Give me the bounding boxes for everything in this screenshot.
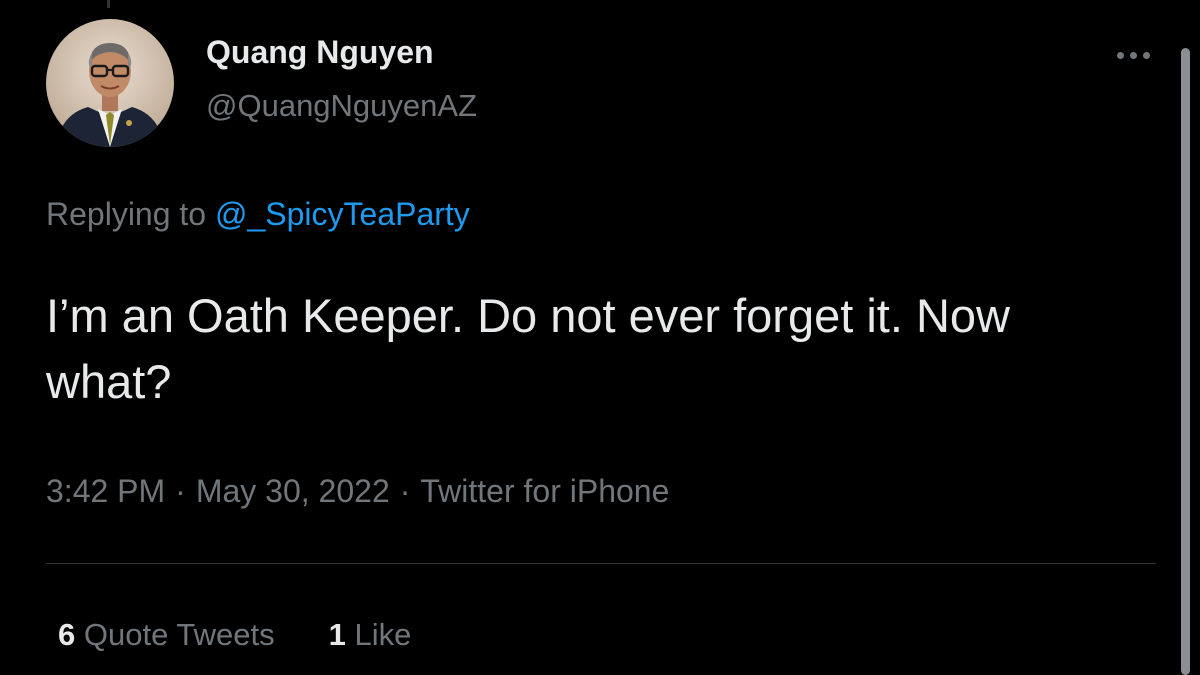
tweet-time-link[interactable]: 3:42 PM — [46, 473, 165, 509]
replying-to-label: Replying to — [46, 196, 215, 232]
meta-separator: · — [399, 473, 411, 509]
likes-count: 1 — [328, 617, 346, 652]
divider — [46, 563, 1156, 564]
tweet-detail: Quang Nguyen @QuangNguyenAZ Replying to … — [0, 0, 1200, 675]
more-horizontal-icon-dot — [1142, 51, 1150, 59]
scrollbar[interactable] — [1181, 48, 1190, 675]
tweet-text: I’m an Oath Keeper. Do not ever forget i… — [46, 289, 1010, 408]
likes-label: Like — [354, 617, 412, 652]
quote-tweets-link[interactable]: 6 Quote Tweets — [58, 617, 275, 653]
more-horizontal-icon — [1116, 51, 1124, 59]
quote-tweets-count: 6 — [58, 617, 76, 652]
tweet-source: Twitter for iPhone — [420, 473, 670, 509]
quote-tweets-label: Quote Tweets — [83, 617, 275, 652]
more-horizontal-icon-dot — [1129, 51, 1137, 59]
avatar-image — [46, 19, 174, 147]
engagement-stats: 6 Quote Tweets 1 Like — [58, 617, 411, 653]
meta-separator: · — [175, 473, 186, 509]
thread-connector-line — [107, 0, 110, 8]
replying-to-mention-link[interactable]: @_SpicyTeaParty — [215, 196, 470, 232]
author-handle[interactable]: @QuangNguyenAZ — [206, 88, 477, 124]
avatar[interactable] — [46, 19, 174, 147]
author-display-name[interactable]: Quang Nguyen — [206, 34, 434, 71]
likes-link[interactable]: 1 Like — [329, 617, 412, 653]
more-options-button[interactable] — [1108, 40, 1158, 70]
replying-to: Replying to @_SpicyTeaParty — [46, 196, 470, 233]
tweet-date-link[interactable]: May 30, 2022 — [196, 473, 390, 509]
tweet-metadata: 3:42 PM · May 30, 2022 · Twitter for iPhone — [46, 473, 669, 510]
